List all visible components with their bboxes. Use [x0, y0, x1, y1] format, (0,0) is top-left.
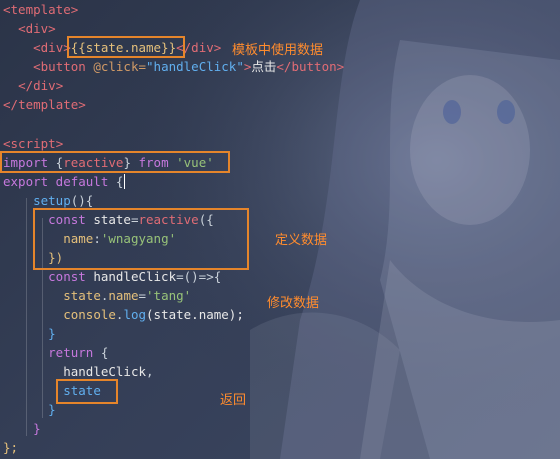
variable: handleClick — [63, 364, 147, 379]
annotation-modify-data: 修改数据 — [267, 296, 320, 311]
punctuation: } — [33, 421, 41, 436]
tag-bracket: < — [3, 2, 11, 17]
code-line-24: }; — [3, 438, 18, 457]
punctuation: { — [93, 345, 109, 360]
string-literal: 'tang' — [146, 288, 192, 303]
operator: = — [138, 288, 147, 303]
tag-name: div — [25, 21, 49, 36]
keyword: return — [48, 345, 94, 360]
annotation-template-usage: 模板中使用数据 — [232, 43, 324, 58]
variable: state — [63, 288, 101, 303]
tag-bracket: </ — [276, 59, 292, 74]
highlight-return-state — [56, 379, 118, 404]
code-line-16: state.name='tang' — [3, 286, 191, 305]
function-call: log — [123, 307, 147, 322]
tag-name: div — [33, 78, 56, 93]
variable: handleClick — [93, 269, 177, 284]
punctuation: =()=>{ — [176, 269, 222, 284]
tag-bracket: > — [70, 2, 79, 17]
punctuation: } — [48, 326, 56, 341]
code-line-22: } — [3, 400, 56, 419]
tag-name: div — [40, 40, 64, 55]
keyword: export default — [3, 174, 109, 189]
code-line-5: </div> — [3, 76, 63, 95]
tag-bracket: > — [336, 59, 345, 74]
tag-bracket: </ — [3, 97, 19, 112]
punctuation: { — [108, 174, 124, 189]
tag-bracket: < — [18, 21, 26, 36]
arguments: (state.name); — [146, 307, 244, 322]
tag-bracket: > — [55, 78, 64, 93]
code-line-2: <div> — [3, 19, 56, 38]
code-line-18: } — [3, 324, 56, 343]
tag-name: script — [10, 136, 56, 151]
button-text: 点击 — [251, 59, 277, 74]
text-cursor — [124, 174, 125, 189]
tag-bracket: </ — [18, 78, 34, 93]
highlight-interpolation — [67, 36, 185, 58]
annotation-return: 返回 — [220, 393, 247, 408]
event-attribute: @click= — [85, 59, 147, 74]
keyword: const — [48, 269, 94, 284]
tag-name: template — [10, 2, 71, 17]
code-line-19: return { — [3, 343, 108, 362]
code-line-4: <button @click="handleClick">点击</button> — [3, 57, 344, 76]
variable: console — [63, 307, 116, 322]
tag-bracket: > — [48, 21, 56, 36]
highlight-reactive-state — [33, 208, 249, 270]
annotation-define-data: 定义数据 — [275, 233, 328, 248]
tag-bracket: < — [3, 136, 11, 151]
tag-name: div — [191, 40, 214, 55]
tag-name: template — [18, 97, 79, 112]
attribute-value: "handleClick" — [146, 59, 244, 74]
tag-bracket: > — [213, 40, 222, 55]
code-line-1: <template> — [3, 0, 78, 19]
punctuation: (){ — [70, 193, 94, 208]
tag-bracket: > — [55, 136, 64, 151]
code-editor[interactable]: <template> <div> <div>{{state.name}}</di… — [0, 0, 560, 459]
tag-bracket: > — [78, 97, 86, 112]
tag-name: button — [291, 59, 337, 74]
punctuation: }; — [3, 440, 19, 455]
code-line-10: export default { — [3, 172, 123, 191]
code-line-6: </template> — [3, 95, 86, 114]
highlight-import — [0, 151, 230, 173]
function-name: setup — [33, 193, 71, 208]
punctuation: , — [146, 364, 154, 379]
property: name — [108, 288, 139, 303]
punctuation: } — [48, 402, 56, 417]
code-line-23: } — [3, 419, 41, 438]
tag-bracket: < — [33, 40, 41, 55]
tag-name: button — [40, 59, 86, 74]
code-line-17: console.log(state.name); — [3, 305, 244, 324]
tag-bracket: < — [33, 59, 41, 74]
